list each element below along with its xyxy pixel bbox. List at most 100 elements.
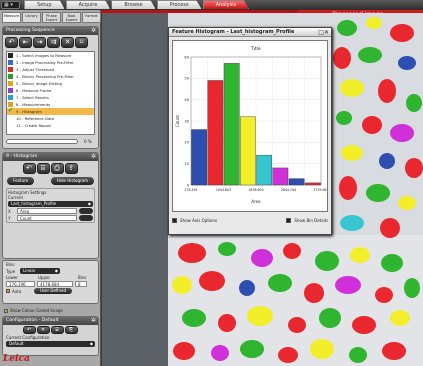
bins-field[interactable]: 8	[75, 281, 87, 287]
gear-icon[interactable]: ✲	[91, 27, 96, 35]
gear-icon[interactable]: ✲	[91, 153, 96, 161]
configuration-header: Configuration - Default ✲	[3, 317, 98, 325]
x-row: X Area	[8, 208, 93, 214]
next-icon[interactable]: ⇥	[33, 37, 46, 48]
upper-field[interactable]: 4178.684	[37, 281, 73, 287]
top-bar: ▦ ▾ Setup Acquire Browse Process Analysi…	[0, 0, 423, 10]
configuration-select[interactable]: Default ◆	[6, 341, 95, 347]
configuration-title: Configuration - Default	[6, 318, 59, 323]
histogram-actions: Feature Hide Histogram	[3, 176, 98, 186]
save-icon[interactable]: ⌸	[50, 326, 64, 334]
y-row: Y Count	[8, 215, 93, 221]
export-icon[interactable]: ⇪	[64, 163, 78, 174]
main-tabs: Setup Acquire Browse Process Analysis	[24, 0, 250, 10]
step-color-icon	[8, 67, 13, 72]
y-tick-label: 10	[184, 162, 189, 166]
back-icon[interactable]: ↶	[22, 326, 36, 334]
list-item[interactable]: 10 - Reference Data	[7, 115, 94, 122]
subtab-phase-expert[interactable]: Phase Expert	[42, 12, 61, 23]
list-item[interactable]: 3 - Adjust Threshold	[7, 66, 94, 73]
sequence-list: 1 - Select Images to Measure 2 - Image P…	[6, 51, 95, 135]
show-colour-row: Show Colour Coded Image	[4, 308, 63, 313]
histogram-bar	[256, 154, 272, 186]
user-defined-button[interactable]: User Defined	[34, 288, 72, 294]
back-icon[interactable]: ↶	[5, 37, 18, 48]
bins-group: Bins Type Linear ◆ Lower Upper Bins 176.1…	[2, 260, 99, 304]
tab-acquire[interactable]: Acquire	[65, 0, 111, 9]
show-colour-checkbox[interactable]	[4, 309, 8, 313]
y-field[interactable]: Count	[17, 215, 77, 221]
fit-icon[interactable]: ⌑	[75, 37, 88, 48]
hide-histogram-button[interactable]: Hide Histogram	[50, 177, 94, 185]
y-tick-label: 30	[184, 119, 189, 123]
chevron-down-icon: ◆	[89, 341, 93, 346]
histogram-bar	[191, 129, 207, 186]
list-item[interactable]: 4 - Binary Processing Pre-Filter	[7, 73, 94, 80]
y-tick-label: 60	[184, 55, 189, 59]
subtab-blob-expert[interactable]: Blob Expert	[62, 12, 81, 23]
subtab-measure[interactable]: Measure	[2, 12, 21, 23]
show-bin-details[interactable]: Show Bin Details	[286, 218, 328, 223]
list-item[interactable]: 2 - Image Processing Pre-Filter	[7, 59, 94, 66]
step-color-icon	[8, 74, 13, 79]
bins-values: 176.196 4178.684 8	[6, 281, 95, 287]
histogram-panel: 9 - Histogram ✲ ↶ ⌸ ⎙ ⇪ Feature Hide His…	[2, 152, 99, 259]
show-axis-options-checkbox[interactable]	[172, 218, 177, 223]
tab-setup[interactable]: Setup	[24, 0, 65, 9]
step-color-icon	[8, 53, 13, 58]
configuration-panel: Configuration - Default ✲ ↶ ✕ ⌸ ⎘ Curren…	[2, 316, 99, 356]
show-bin-details-label: Show Bin Details	[294, 218, 328, 223]
x-field[interactable]: Area	[17, 208, 77, 214]
list-item[interactable]: 6 - Measure Frame	[7, 87, 94, 94]
x-axis-label: Area	[251, 199, 261, 204]
back-icon[interactable]: ↶	[22, 163, 36, 174]
list-item[interactable]: 1 - Select Images to Measure	[7, 52, 94, 59]
y-axis-label: Count	[175, 115, 180, 127]
histogram-bar	[240, 116, 256, 186]
show-bin-details-checkbox[interactable]	[286, 218, 292, 223]
x-tick-label: 1836.605	[248, 188, 263, 192]
histogram-panel-header: 9 - Histogram ✲	[3, 153, 98, 161]
type-select[interactable]: Linear ◆	[20, 268, 60, 274]
print-icon[interactable]: ⎙	[50, 163, 64, 174]
previous-icon[interactable]: ⇤	[19, 37, 32, 48]
open-icon[interactable]: ⎘	[64, 326, 78, 334]
list-item[interactable]: ✔ 9 - Histogram	[7, 108, 94, 115]
auto-checkbox[interactable]	[6, 289, 10, 293]
step-color-icon	[8, 60, 13, 65]
tab-browse[interactable]: Browse	[111, 0, 156, 9]
bins-title: Bins	[6, 262, 15, 267]
histogram-settings-group: Histogram Settings Current Last_histogra…	[6, 188, 95, 223]
list-item[interactable]: 11 - Create Report	[7, 122, 94, 129]
delete-icon[interactable]: ✕	[36, 326, 50, 334]
list-item[interactable]: 7 - Select Results	[7, 94, 94, 101]
current-profile-select[interactable]: Last_histogram_Profile ◆	[8, 201, 93, 207]
list-item[interactable]: 8 - Measurements	[7, 101, 94, 108]
sequence-progress: 0 %	[6, 138, 95, 144]
histogram-window-title: Feature Histogram - Last_histogram_Profi…	[172, 29, 295, 35]
run-icon[interactable]: ⇉	[47, 37, 60, 48]
subtab-format[interactable]: Format	[82, 12, 101, 23]
step-color-icon	[8, 81, 13, 86]
close-icon[interactable]: ✕	[324, 29, 329, 36]
save-icon[interactable]: ⌸	[36, 163, 50, 174]
x-options-button[interactable]	[79, 208, 93, 214]
histogram-chart: Title 0 10 20 30 40 50 60 176.195 1004.803 1836.60…	[172, 40, 329, 212]
list-item[interactable]: 5 - Binary Image Editing	[7, 80, 94, 87]
stop-icon[interactable]: ✕	[61, 37, 74, 48]
gear-icon[interactable]: ✲	[91, 317, 96, 325]
tab-analysis[interactable]: Analysis	[202, 0, 250, 9]
app-menu-button[interactable]: ▦ ▾	[1, 1, 20, 9]
histogram-window-titlebar[interactable]: Feature Histogram - Last_histogram_Profi…	[169, 28, 331, 37]
histogram-svg: Title 0 10 20 30 40 50 60 176.195 1004.803 1836.60…	[175, 46, 329, 204]
check-icon: ✔	[8, 107, 14, 114]
feature-button[interactable]: Feature	[7, 177, 35, 185]
subtab-library[interactable]: Library	[22, 12, 41, 23]
configuration-toolbar: ↶ ✕ ⌸ ⎘	[3, 325, 98, 335]
tab-process[interactable]: Process	[156, 0, 202, 9]
auto-label: Auto	[12, 288, 22, 294]
show-axis-options[interactable]: Show Axis Options	[172, 218, 217, 223]
y-options-button[interactable]	[79, 215, 93, 221]
histogram-toolbar: ↶ ⌸ ⎙ ⇪	[3, 161, 98, 176]
lower-field[interactable]: 176.196	[6, 281, 35, 287]
